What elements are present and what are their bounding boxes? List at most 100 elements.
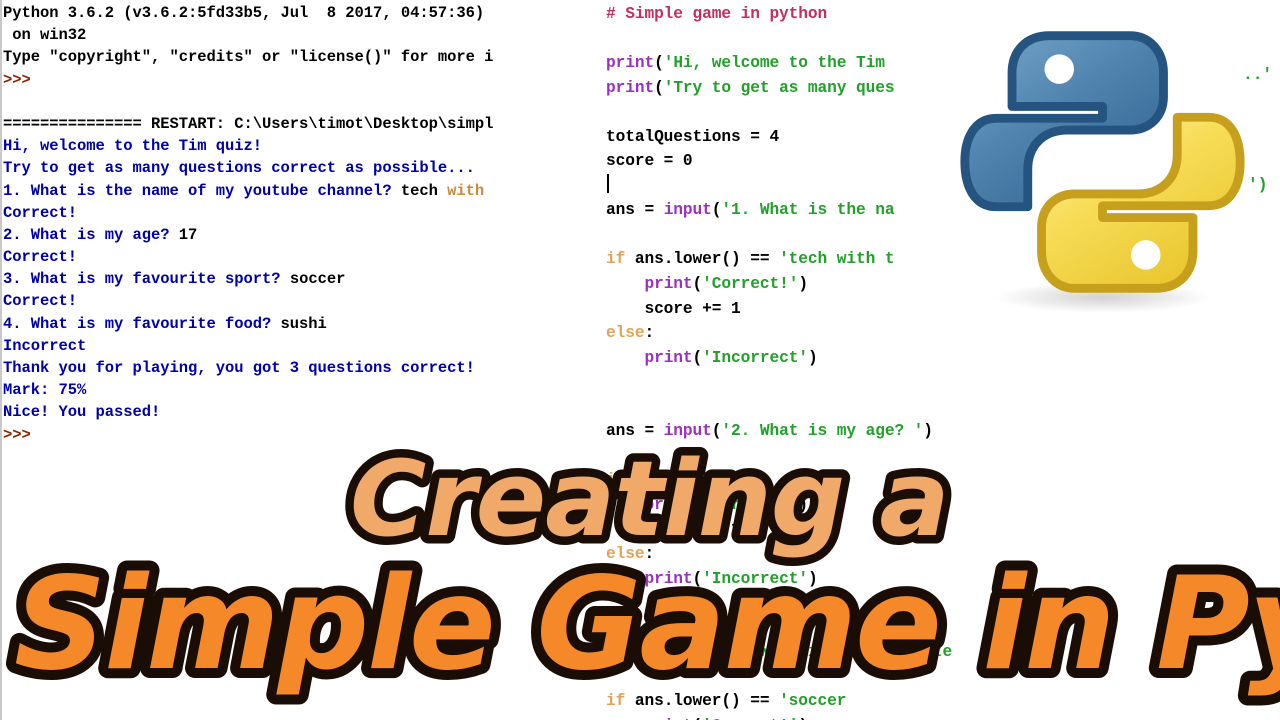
shell-line: Mark: 75% [3,381,87,400]
code-token: ) [807,569,818,588]
code-token: ans = [606,422,664,441]
python-shell-pane[interactable]: Python 3.6.2 (v3.6.2:5fd33b5, Jul 8 2017… [0,0,601,720]
shell-line: Thank you for playing, you got 3 questio… [3,359,475,377]
code-token: score += 1 [606,299,741,318]
code-token: ans == [625,471,703,490]
code-token: ( [654,54,664,73]
code-line: totalQuestions = 4 [606,125,1280,150]
code-token: if [606,692,626,711]
shell-output-lines: Python 3.6.2 (v3.6.2:5fd33b5, Jul 8 2017… [3,2,601,446]
shell-line: 1. What is the name of my youtube channe… [3,180,601,202]
shell-line-segment: sushi [280,314,327,333]
shell-line: Python 3.6.2 (v3.6.2:5fd33b5, Jul 8 2017… [3,4,485,22]
code-token: print [644,569,693,588]
shell-line: Incorrect [3,336,87,355]
shell-line-segment: soccer [289,270,346,289]
code-token: ( [692,569,703,588]
code-line: print('Hi, welcome to the Tim [606,51,1280,76]
shell-line: >>> [3,425,31,444]
code-token: 'Incorrect' [702,569,808,588]
code-token: ans = [606,201,664,220]
code-token: print [606,78,655,97]
code-token: totalQuestions = 4 [606,127,780,146]
shell-line-segment: 17 [178,225,198,244]
code-token: if [606,471,626,490]
code-line: print('Correct!') [606,493,1280,518]
code-line: # Simple game in python [606,2,1280,27]
code-token: else [606,545,645,564]
shell-line: Nice! You passed! [3,403,161,422]
code-token: ( [692,275,703,294]
shell-line-segment: with [447,181,485,200]
shell-line: Hi, welcome to the Tim quiz! [3,137,263,156]
code-token: ( [692,495,703,514]
code-line: print('Incorrect') [606,567,1280,592]
code-token: ) [807,348,818,367]
shell-line: Try to get as many questions correct as … [3,159,475,178]
editor-code-lines: # Simple game in python print('Hi, welco… [606,2,1280,720]
code-token: '3. What is my favourite [721,643,953,662]
code-token: : [740,471,751,490]
code-token: print [644,275,693,294]
code-token: ) [923,422,933,441]
code-line: else: [606,321,1280,346]
code-fragment: ..' [1243,66,1273,84]
shell-line: Type "copyright", "credits" or "license(… [3,48,494,67]
code-token: ) [798,495,808,514]
code-token: print [644,495,693,514]
code-token: '1. What is the na [721,201,895,220]
code-token: 'Hi, welcome to the Tim [663,54,885,73]
code-line: if ans.lower() == 'soccer [606,689,1280,714]
shell-line: 2. What is my age? 17 [3,224,601,246]
text-caret [607,174,609,193]
code-token: if [606,250,626,269]
code-token: input [663,422,712,441]
code-token: : [644,545,655,564]
code-token: ( [654,78,664,97]
shell-blank-line [3,91,601,113]
thumbnail-stage: Python 3.6.2 (v3.6.2:5fd33b5, Jul 8 2017… [0,0,1280,720]
code-line: else: [606,542,1280,567]
code-token: ans = [606,643,664,662]
shell-line-segment: 4. What is my favourite food? [3,314,281,333]
code-token: score += 1 [606,520,741,539]
code-token: 'Correct!' [702,275,799,294]
shell-line-segment: 2. What is my age? [3,225,179,244]
shell-line: 3. What is my favourite sport? soccer [3,268,601,290]
shell-line: on win32 [3,26,87,45]
shell-line: =============== RESTART: C:\Users\timot\… [3,114,494,133]
shell-line-segment: tech [400,181,448,200]
code-token: ( [711,643,722,662]
shell-line-segment: 1. What is the name of my youtube channe… [3,181,401,200]
code-line: print('Correct!') [606,714,1280,720]
code-token: print [644,348,693,367]
code-token: ) [798,275,808,294]
code-token: '2. What is my age? ' [721,422,924,441]
shell-line: Correct! [3,203,78,222]
code-line: ans = input('1. What is the na [606,198,1280,223]
code-token: score = 0 [606,152,693,171]
code-token: ( [711,422,722,441]
python-editor-pane[interactable]: # Simple game in python print('Hi, welco… [601,0,1280,720]
code-token: input [663,201,712,220]
shell-line-segment: 3. What is my favourite sport? [3,270,290,289]
code-token: 'tech with t [779,250,895,269]
code-line: print('Try to get as many ques [606,76,1280,101]
shell-line: Correct! [3,248,78,267]
shell-line: 4. What is my favourite food? sushi [3,313,601,335]
code-line: score = 0 [606,149,1280,174]
shell-line: >>> [3,70,31,89]
